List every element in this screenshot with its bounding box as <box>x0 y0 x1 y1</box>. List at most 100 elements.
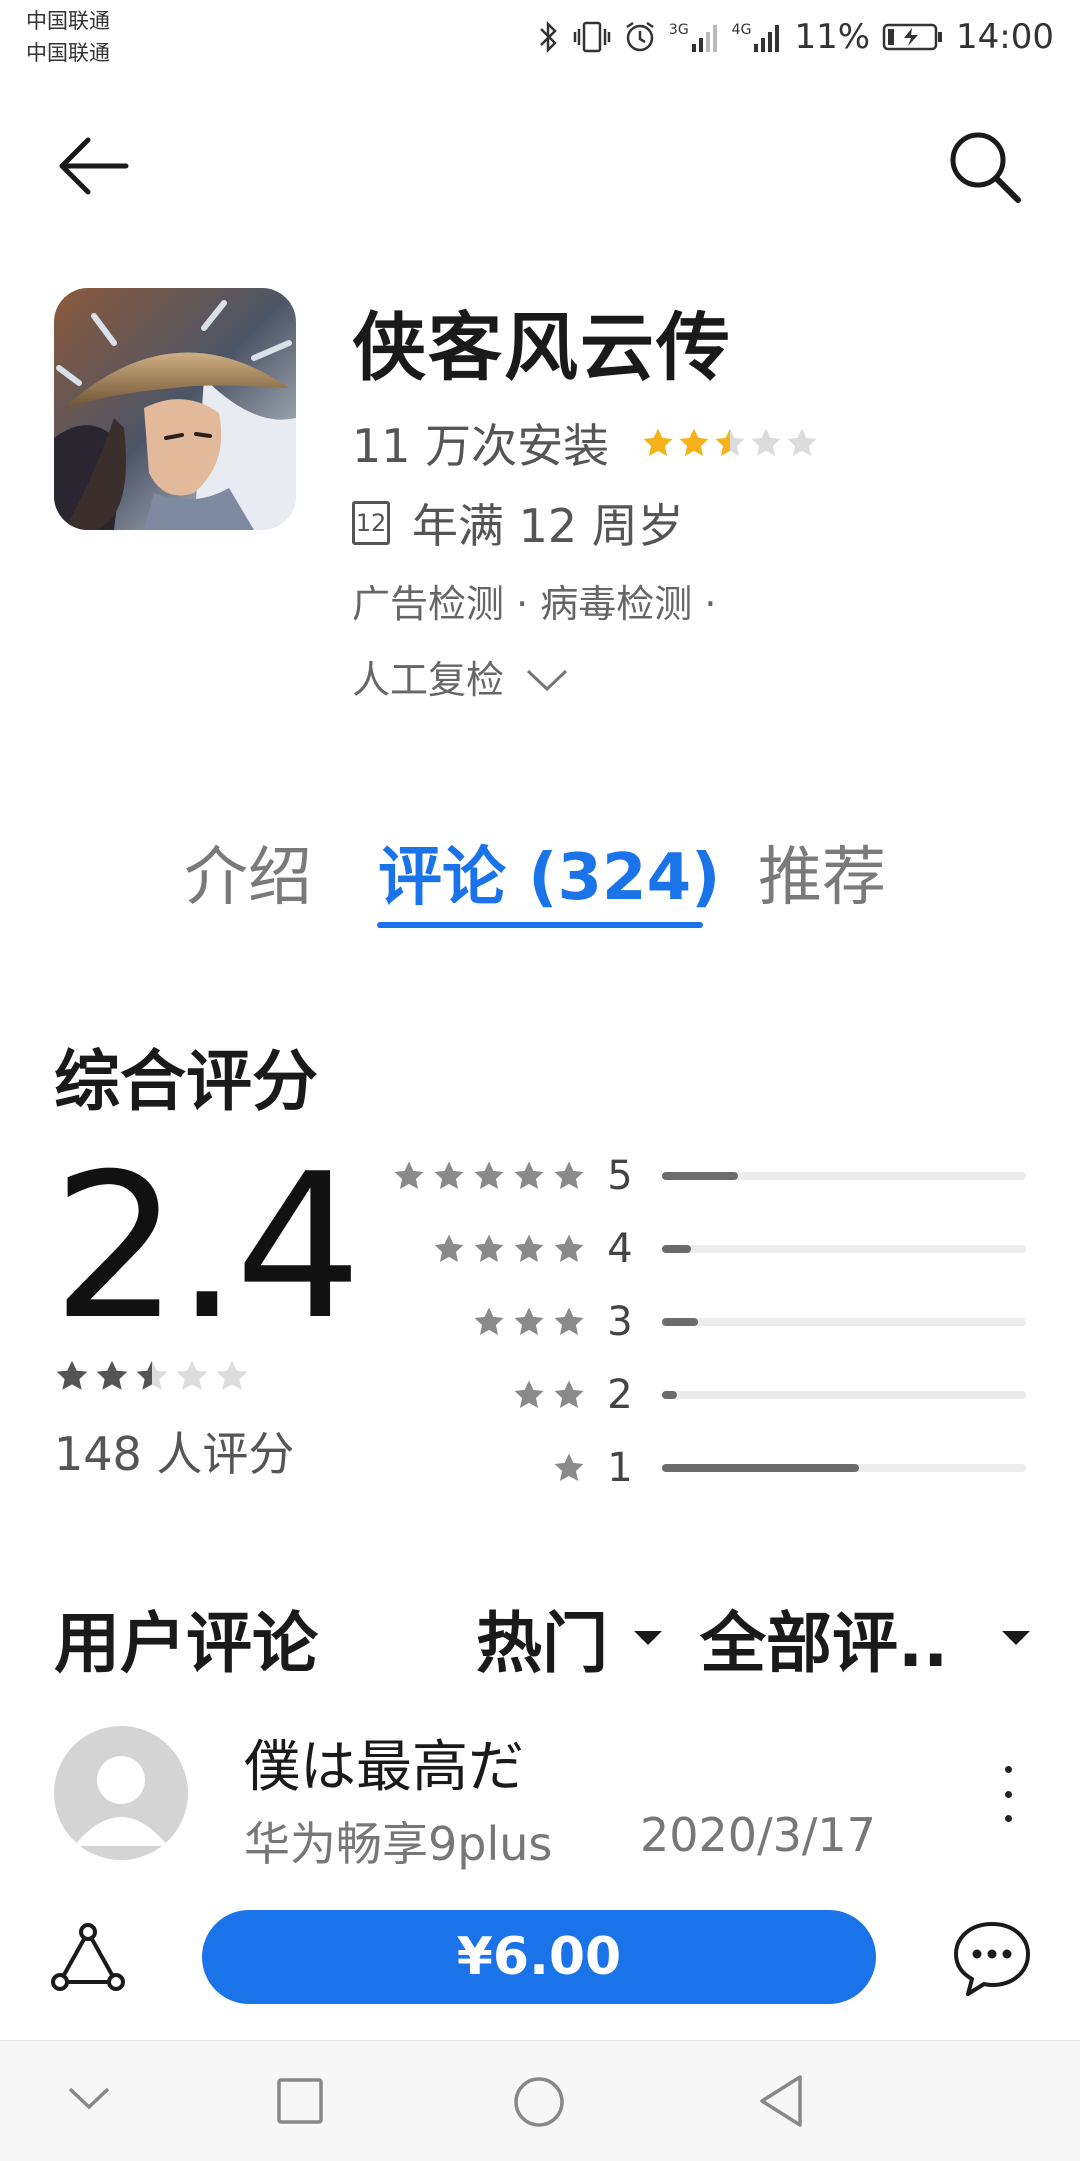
star-icon <box>514 1307 544 1336</box>
review-device: 华为畅享9plus <box>244 1817 553 1871</box>
star-icon <box>434 1161 464 1190</box>
buy-button[interactable]: ¥6.00 <box>202 1910 876 2004</box>
user-placeholder-icon <box>74 1756 168 1846</box>
star-icon <box>554 1234 584 1263</box>
filter-dropdown[interactable]: 全部评.. <box>700 1590 1031 1686</box>
star-icon <box>96 1360 128 1390</box>
vibrate-icon <box>573 21 611 53</box>
battery-charging-icon <box>882 23 943 51</box>
install-count: 11 万次安装 <box>352 419 610 473</box>
rating-row-bar-fill <box>662 1245 692 1253</box>
rating-row-5: 5 <box>306 1148 1026 1204</box>
clock-time: 14:00 <box>956 17 1054 57</box>
rating-row-3: 3 <box>306 1294 1026 1350</box>
rating-row-bar-track <box>662 1172 1026 1180</box>
sort-dropdown[interactable]: 热门 <box>476 1590 662 1686</box>
arrow-left-icon <box>59 137 129 195</box>
star-icon <box>514 1380 544 1409</box>
recents-square-icon[interactable] <box>276 2077 324 2125</box>
bluetooth-icon <box>540 20 557 54</box>
rating-row-label: 4 <box>607 1226 633 1272</box>
rating-row-bar-fill <box>662 1391 677 1399</box>
rating-section-title: 综合评分 <box>54 1043 318 1120</box>
star-icon <box>394 1161 424 1190</box>
rater-count: 148 人评分 <box>54 1427 295 1481</box>
rating-row-stars <box>552 1451 586 1485</box>
network-label-1: 3G <box>668 22 689 38</box>
tab-active-indicator <box>377 922 703 928</box>
caret-down-icon <box>1002 1631 1031 1645</box>
review-date: 2020/3/17 <box>640 1808 876 1862</box>
tab-intro[interactable]: 介绍 <box>184 826 312 918</box>
search-button[interactable] <box>942 124 1026 208</box>
star-icon <box>216 1360 248 1390</box>
reviews-section-title: 用户评论 <box>54 1605 318 1682</box>
filter-label: 全部评.. <box>700 1605 949 1682</box>
rating-row-bar-track <box>662 1391 1026 1399</box>
app-rating-stars <box>641 426 819 460</box>
safety-checks-line2: 人工复检 <box>352 658 505 702</box>
rating-row-bar-fill <box>662 1172 739 1180</box>
dot <box>1004 1790 1012 1798</box>
dot <box>1004 1815 1012 1822</box>
star-icon <box>136 1360 168 1390</box>
tab-recommend[interactable]: 推荐 <box>758 826 886 918</box>
star-icon <box>176 1360 208 1390</box>
star-icon <box>715 428 745 457</box>
rating-row-bar-fill <box>662 1318 699 1326</box>
signal-icon <box>754 25 780 52</box>
alarm-icon <box>626 21 654 52</box>
rating-row-stars <box>432 1232 586 1266</box>
chevron-down-icon[interactable] <box>66 2083 112 2113</box>
safety-checks-toggle[interactable]: 人工复检 <box>352 642 570 718</box>
tab-reviews[interactable]: 评论 (324) <box>378 826 720 918</box>
star-icon <box>514 1161 544 1190</box>
star-icon <box>643 428 673 457</box>
rating-row-stars <box>472 1305 586 1339</box>
star-icon <box>679 428 709 457</box>
star-icon <box>514 1234 544 1263</box>
app-icon <box>54 288 296 530</box>
rating-row-bar-track <box>662 1464 1026 1472</box>
age-rating-row: 12 年满 12 周岁 <box>352 490 684 556</box>
system-nav-bar <box>0 2040 1080 2161</box>
signal-icon <box>691 25 717 52</box>
network-label-2: 4G <box>731 22 752 38</box>
search-icon <box>950 132 1021 203</box>
chevron-down-icon <box>526 669 568 692</box>
star-icon <box>554 1453 584 1482</box>
rating-row-label: 2 <box>607 1372 633 1418</box>
more-options-button[interactable] <box>1000 1766 1016 1822</box>
caret-down-icon <box>634 1631 662 1645</box>
rating-row-4: 4 <box>306 1221 1026 1277</box>
star-icon <box>434 1234 464 1263</box>
rating-row-label: 5 <box>607 1153 633 1199</box>
home-circle-icon[interactable] <box>512 2075 566 2129</box>
rating-row-stars <box>392 1159 586 1193</box>
dot <box>1004 1766 1012 1773</box>
comment-icon <box>954 1922 1030 1996</box>
star-icon <box>787 428 817 457</box>
back-button[interactable] <box>52 124 136 208</box>
install-row: 11 万次安装 <box>352 410 819 476</box>
rating-row-stars <box>512 1378 586 1412</box>
star-icon <box>554 1307 584 1336</box>
comment-button[interactable] <box>950 1916 1034 2000</box>
rating-row-label: 1 <box>607 1445 633 1491</box>
rating-row-label: 3 <box>607 1299 633 1345</box>
star-icon <box>56 1360 88 1390</box>
carrier-label-2: 中国联通 <box>26 41 110 65</box>
status-icons: 3G 4G 11% 14:00 <box>537 14 1054 60</box>
battery-percent: 11% <box>794 17 871 57</box>
average-score-stars <box>54 1358 250 1394</box>
age-rating-text: 年满 12 周岁 <box>412 499 684 553</box>
safety-checks-line1: 广告检测 · 病毒检测 · <box>352 582 717 626</box>
star-icon <box>474 1307 504 1336</box>
sort-label: 热门 <box>476 1605 608 1682</box>
back-triangle-icon[interactable] <box>756 2073 806 2129</box>
avatar[interactable] <box>54 1726 188 1860</box>
star-icon <box>554 1380 584 1409</box>
share-icon <box>51 1923 125 1991</box>
star-icon <box>474 1234 504 1263</box>
share-button[interactable] <box>46 1920 130 2004</box>
